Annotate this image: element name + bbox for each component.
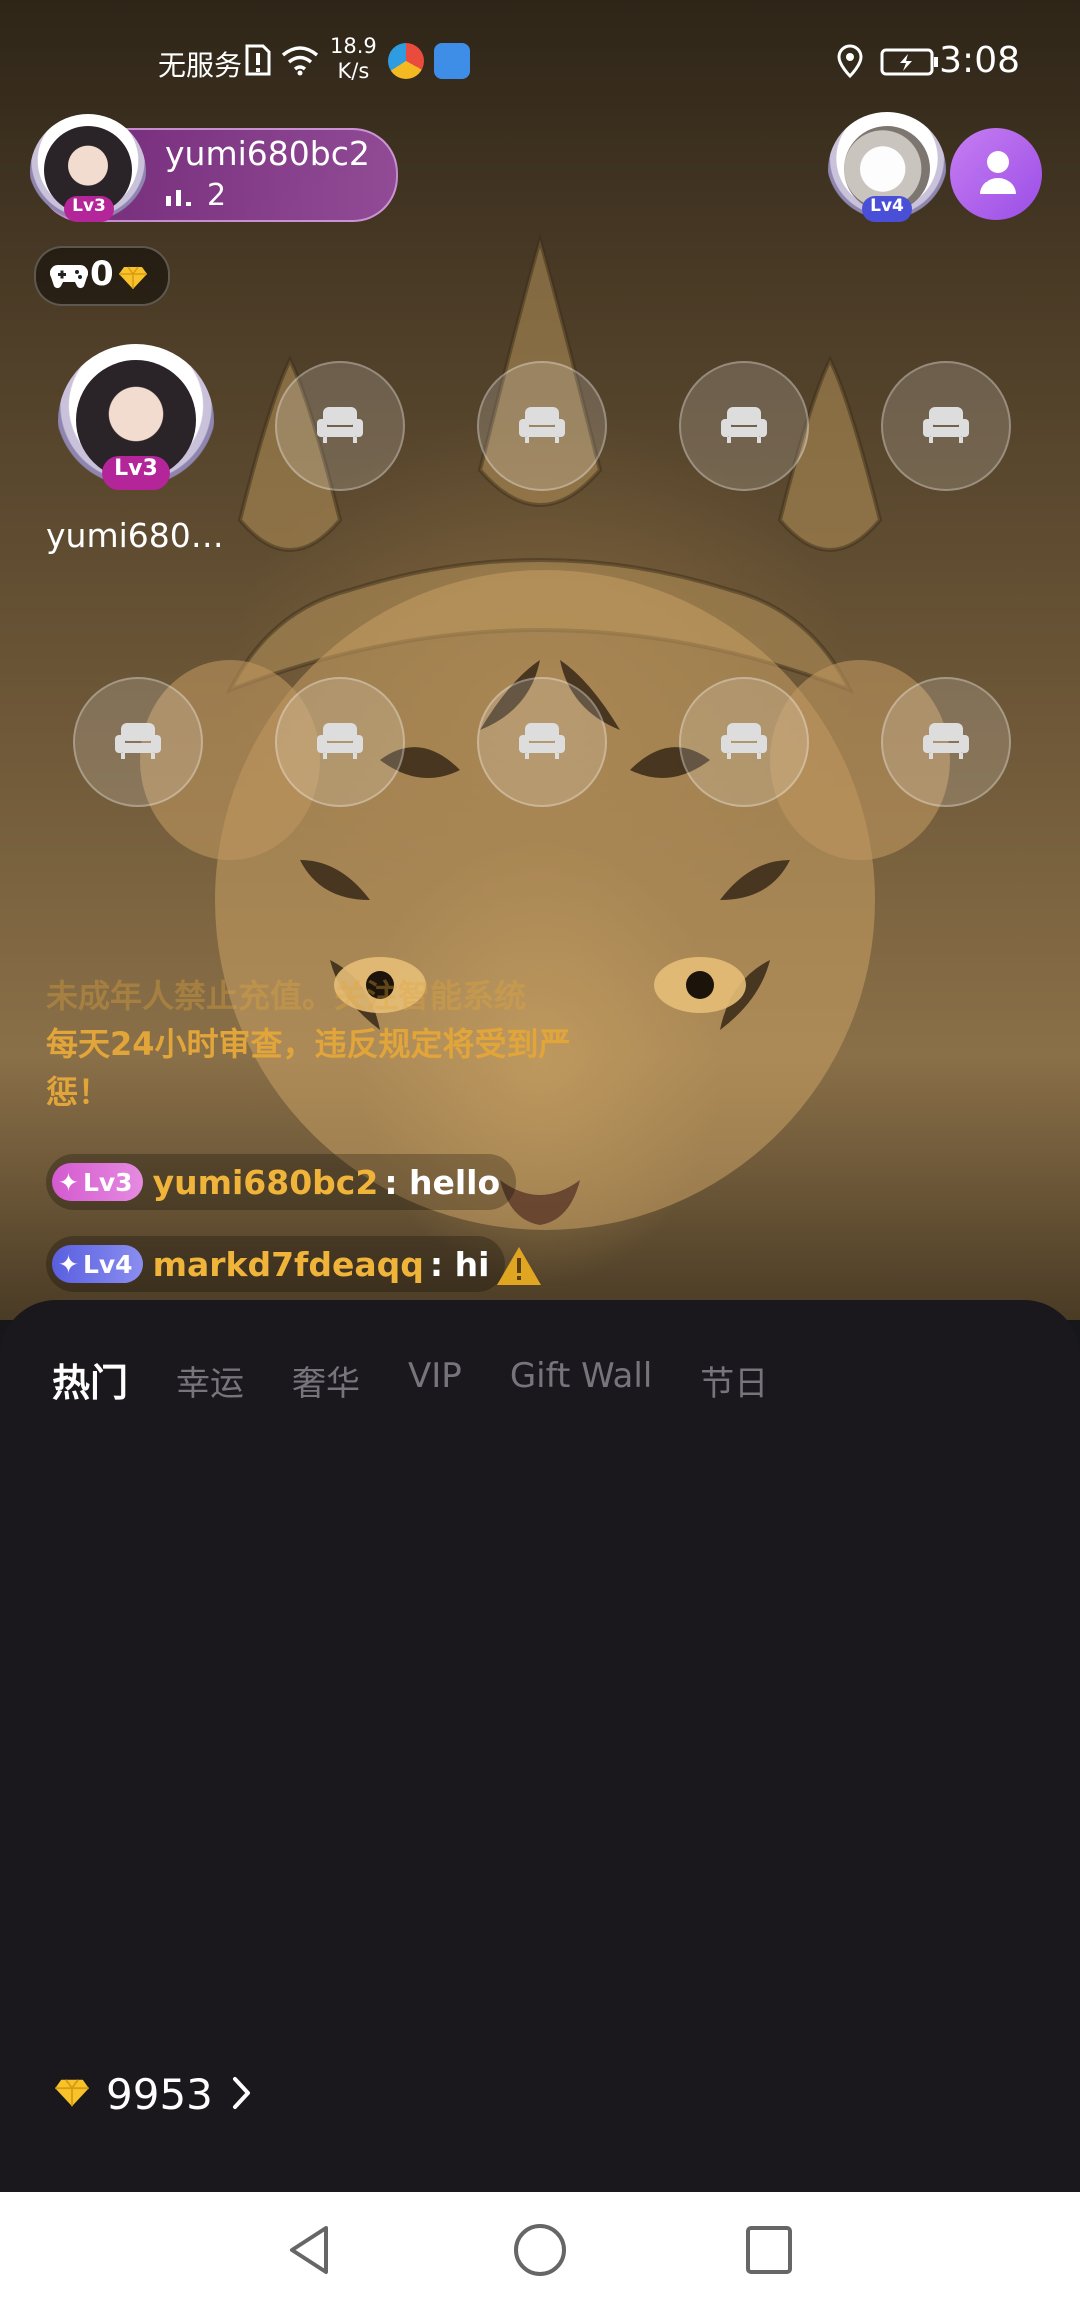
chat-level-badge: ✦ Lv4 — [52, 1245, 143, 1283]
seat-user-name: yumi680b... — [46, 516, 236, 555]
online-count: 2 — [165, 178, 226, 214]
nav-home-icon[interactable] — [512, 2222, 568, 2278]
diamond-icon — [54, 2078, 90, 2112]
tab-festival[interactable]: 节日 — [700, 1356, 768, 1407]
sofa-seat-icon — [317, 407, 363, 443]
sofa-seat-icon — [115, 723, 161, 759]
tab-luxury[interactable]: 奢华 — [292, 1356, 360, 1407]
balance-amount: 9953 — [106, 2070, 213, 2119]
sofa-seat-icon — [721, 723, 767, 759]
sofa-seat-icon — [317, 723, 363, 759]
online-count-value: 2 — [207, 178, 227, 213]
network-speed: 18.9 K/s — [330, 34, 377, 84]
battery-icon — [880, 48, 940, 80]
empty-seat[interactable] — [275, 361, 405, 491]
members-icon — [972, 148, 1022, 202]
sparkle-icon: ✦ — [58, 1249, 79, 1279]
empty-seat[interactable] — [73, 677, 203, 807]
app-notification-icon — [434, 43, 470, 79]
notice-line: 未成年人禁止充值。关注智能系统 — [46, 977, 527, 1015]
gift-counter-pill[interactable]: 0 — [34, 246, 170, 306]
net-speed-unit: K/s — [337, 59, 370, 83]
members-button[interactable] — [950, 128, 1042, 220]
location-icon — [836, 44, 864, 82]
status-bar: 无服务 18.9 K/s 3:08 — [0, 0, 1080, 120]
chat-username: markd7fdeaqq — [152, 1244, 424, 1284]
app-notification-icon — [388, 43, 424, 79]
gamepad-icon — [49, 262, 89, 294]
system-nav-bar — [0, 2192, 1080, 2310]
chat-text: : hi — [429, 1244, 490, 1284]
gift-tabs: 热门 幸运 奢华 VIP Gift Wall 节日 — [52, 1352, 816, 1407]
sofa-seat-icon — [519, 407, 565, 443]
gift-panel: 热门 幸运 奢华 VIP Gift Wall 节日 9953 — [0, 1300, 1080, 2192]
occupied-seat[interactable]: Lv3 — [58, 344, 214, 504]
warning-icon[interactable] — [494, 1244, 544, 1292]
sofa-seat-icon — [721, 407, 767, 443]
net-speed-value: 18.9 — [330, 34, 377, 58]
sim-error-icon — [245, 44, 271, 80]
wifi-icon — [280, 44, 320, 80]
chat-message[interactable]: ✦ Lv3 yumi680bc2 : hello — [46, 1154, 517, 1210]
nav-recents-icon[interactable] — [744, 2222, 794, 2278]
sparkle-icon: ✦ — [58, 1167, 79, 1197]
signal-bars-icon — [165, 179, 193, 214]
chat-level-text: Lv4 — [82, 1249, 133, 1279]
chat-level-text: Lv3 — [82, 1167, 133, 1197]
viewer-level-badge: Lv4 — [862, 196, 912, 222]
diamond-icon — [118, 266, 148, 294]
chevron-right-icon — [231, 2075, 253, 2115]
sofa-seat-icon — [519, 723, 565, 759]
clock: 3:08 — [939, 40, 1020, 81]
notice-line: 每天24小时审查，违反规定将受到严 — [46, 1025, 571, 1063]
seat-level-badge: Lv3 — [102, 456, 170, 490]
diamond-count: 0 — [90, 254, 114, 294]
host-avatar[interactable]: Lv3 — [30, 114, 146, 230]
empty-seat[interactable] — [679, 361, 809, 491]
sofa-seat-icon — [923, 723, 969, 759]
chat-text: : hello — [384, 1162, 501, 1202]
chat-username: yumi680bc2 — [152, 1162, 379, 1202]
tab-vip[interactable]: VIP — [408, 1356, 462, 1407]
notice-line: 惩！ — [46, 1073, 111, 1111]
chat-message[interactable]: ✦ Lv4 markd7fdeaqq : hi — [46, 1236, 506, 1292]
viewer-avatar[interactable]: Lv4 — [828, 112, 946, 234]
empty-seat[interactable] — [679, 677, 809, 807]
empty-seat[interactable] — [881, 361, 1011, 491]
tab-gift-wall[interactable]: Gift Wall — [510, 1356, 652, 1407]
host-name: yumi680bc2 — [165, 134, 370, 173]
nav-back-icon[interactable] — [284, 2222, 334, 2278]
system-notice: 未成年人禁止充值。关注智能系统 每天24小时审查，违反规定将受到严 惩！ — [46, 972, 666, 1116]
tab-lucky[interactable]: 幸运 — [176, 1356, 244, 1407]
carrier-text: 无服务 — [158, 49, 243, 82]
sofa-seat-icon — [923, 407, 969, 443]
chat-level-badge: ✦ Lv3 — [52, 1163, 143, 1201]
empty-seat[interactable] — [477, 361, 607, 491]
diamond-balance[interactable]: 9953 — [54, 2070, 253, 2119]
empty-seat[interactable] — [477, 677, 607, 807]
tab-hot[interactable]: 热门 — [52, 1352, 128, 1407]
host-level-badge: Lv3 — [64, 196, 114, 222]
empty-seat[interactable] — [275, 677, 405, 807]
empty-seat[interactable] — [881, 677, 1011, 807]
